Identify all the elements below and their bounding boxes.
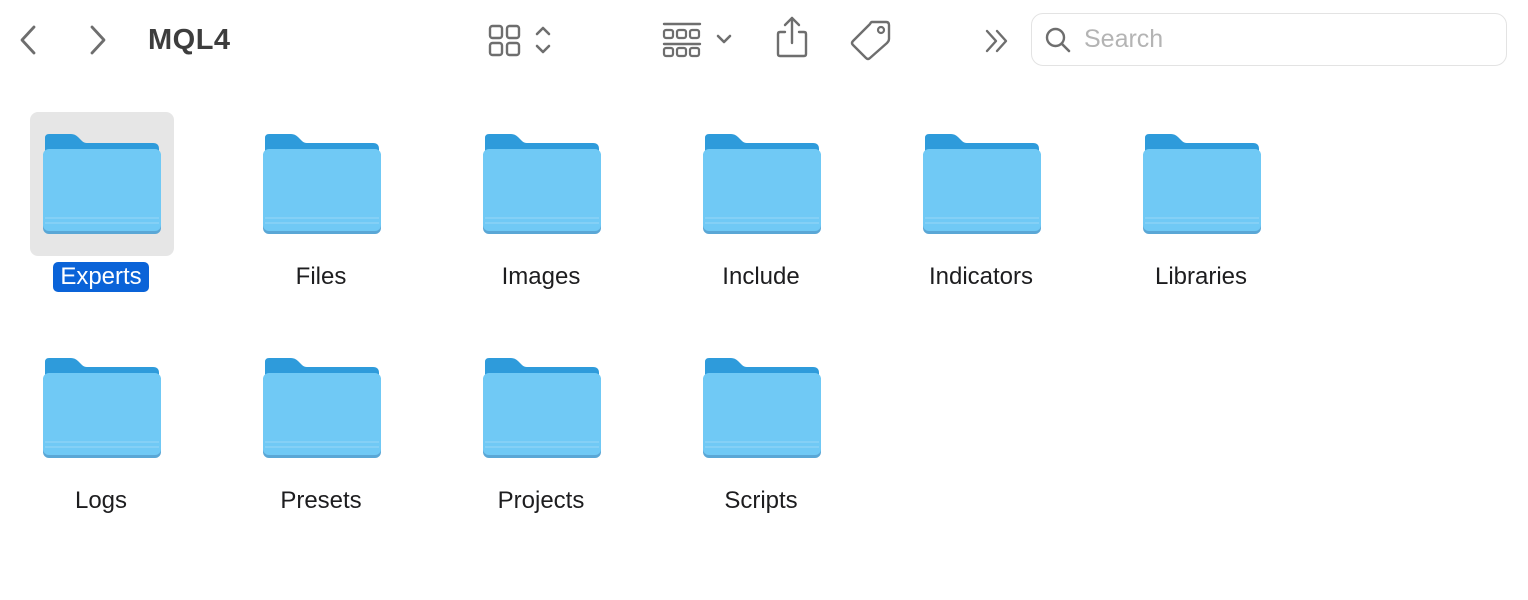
folder-name: Libraries [1154,263,1248,290]
folder-label: Projects [440,486,642,516]
folder-item[interactable]: Libraries [1100,112,1300,312]
folder-icon [483,358,601,458]
folder-icon [43,358,161,458]
folder-name: Files [295,263,347,290]
folder-label: Indicators [880,262,1082,292]
folder-icon [923,134,1041,234]
folder-item[interactable]: Experts [0,112,200,312]
folder-icon [263,358,381,458]
folder-label: Images [440,262,642,292]
folder-icon-wrap[interactable] [690,112,834,256]
folder-label: Experts [0,262,202,292]
folder-item[interactable]: Include [660,112,860,312]
folder-item[interactable]: Projects [440,336,640,536]
folder-grid: Experts Files Images Include Indicators Libra… [0,0,1528,600]
folder-icon [703,134,821,234]
folder-icon [1143,134,1261,234]
folder-name: Indicators [928,263,1034,290]
folder-name: Projects [497,487,585,514]
folder-name: Experts [53,262,149,292]
folder-label: Logs [0,486,202,516]
folder-icon [703,358,821,458]
folder-icon [43,134,161,234]
folder-label: Include [660,262,862,292]
folder-name: Presets [280,487,362,514]
folder-label: Presets [220,486,422,516]
folder-item[interactable]: Logs [0,336,200,536]
folder-label: Scripts [660,486,862,516]
folder-item[interactable]: Scripts [660,336,860,536]
folder-icon-wrap[interactable] [470,336,614,480]
folder-icon-wrap[interactable] [250,112,394,256]
folder-icon-wrap[interactable] [470,112,614,256]
folder-icon-wrap[interactable] [30,112,174,256]
finder-window: MQL4 Search Experts Files Images Include… [0,0,1528,600]
folder-name: Images [501,263,581,290]
folder-name: Logs [74,487,128,514]
folder-item[interactable]: Files [220,112,420,312]
folder-item[interactable]: Images [440,112,640,312]
folder-label: Libraries [1100,262,1302,292]
folder-name: Scripts [724,487,798,514]
folder-item[interactable]: Indicators [880,112,1080,312]
folder-icon-wrap[interactable] [690,336,834,480]
folder-icon-wrap[interactable] [30,336,174,480]
folder-icon-wrap[interactable] [910,112,1054,256]
folder-label: Files [220,262,422,292]
folder-item[interactable]: Presets [220,336,420,536]
folder-icon-wrap[interactable] [250,336,394,480]
folder-icon-wrap[interactable] [1130,112,1274,256]
folder-icon [483,134,601,234]
folder-name: Include [722,263,800,290]
folder-icon [263,134,381,234]
